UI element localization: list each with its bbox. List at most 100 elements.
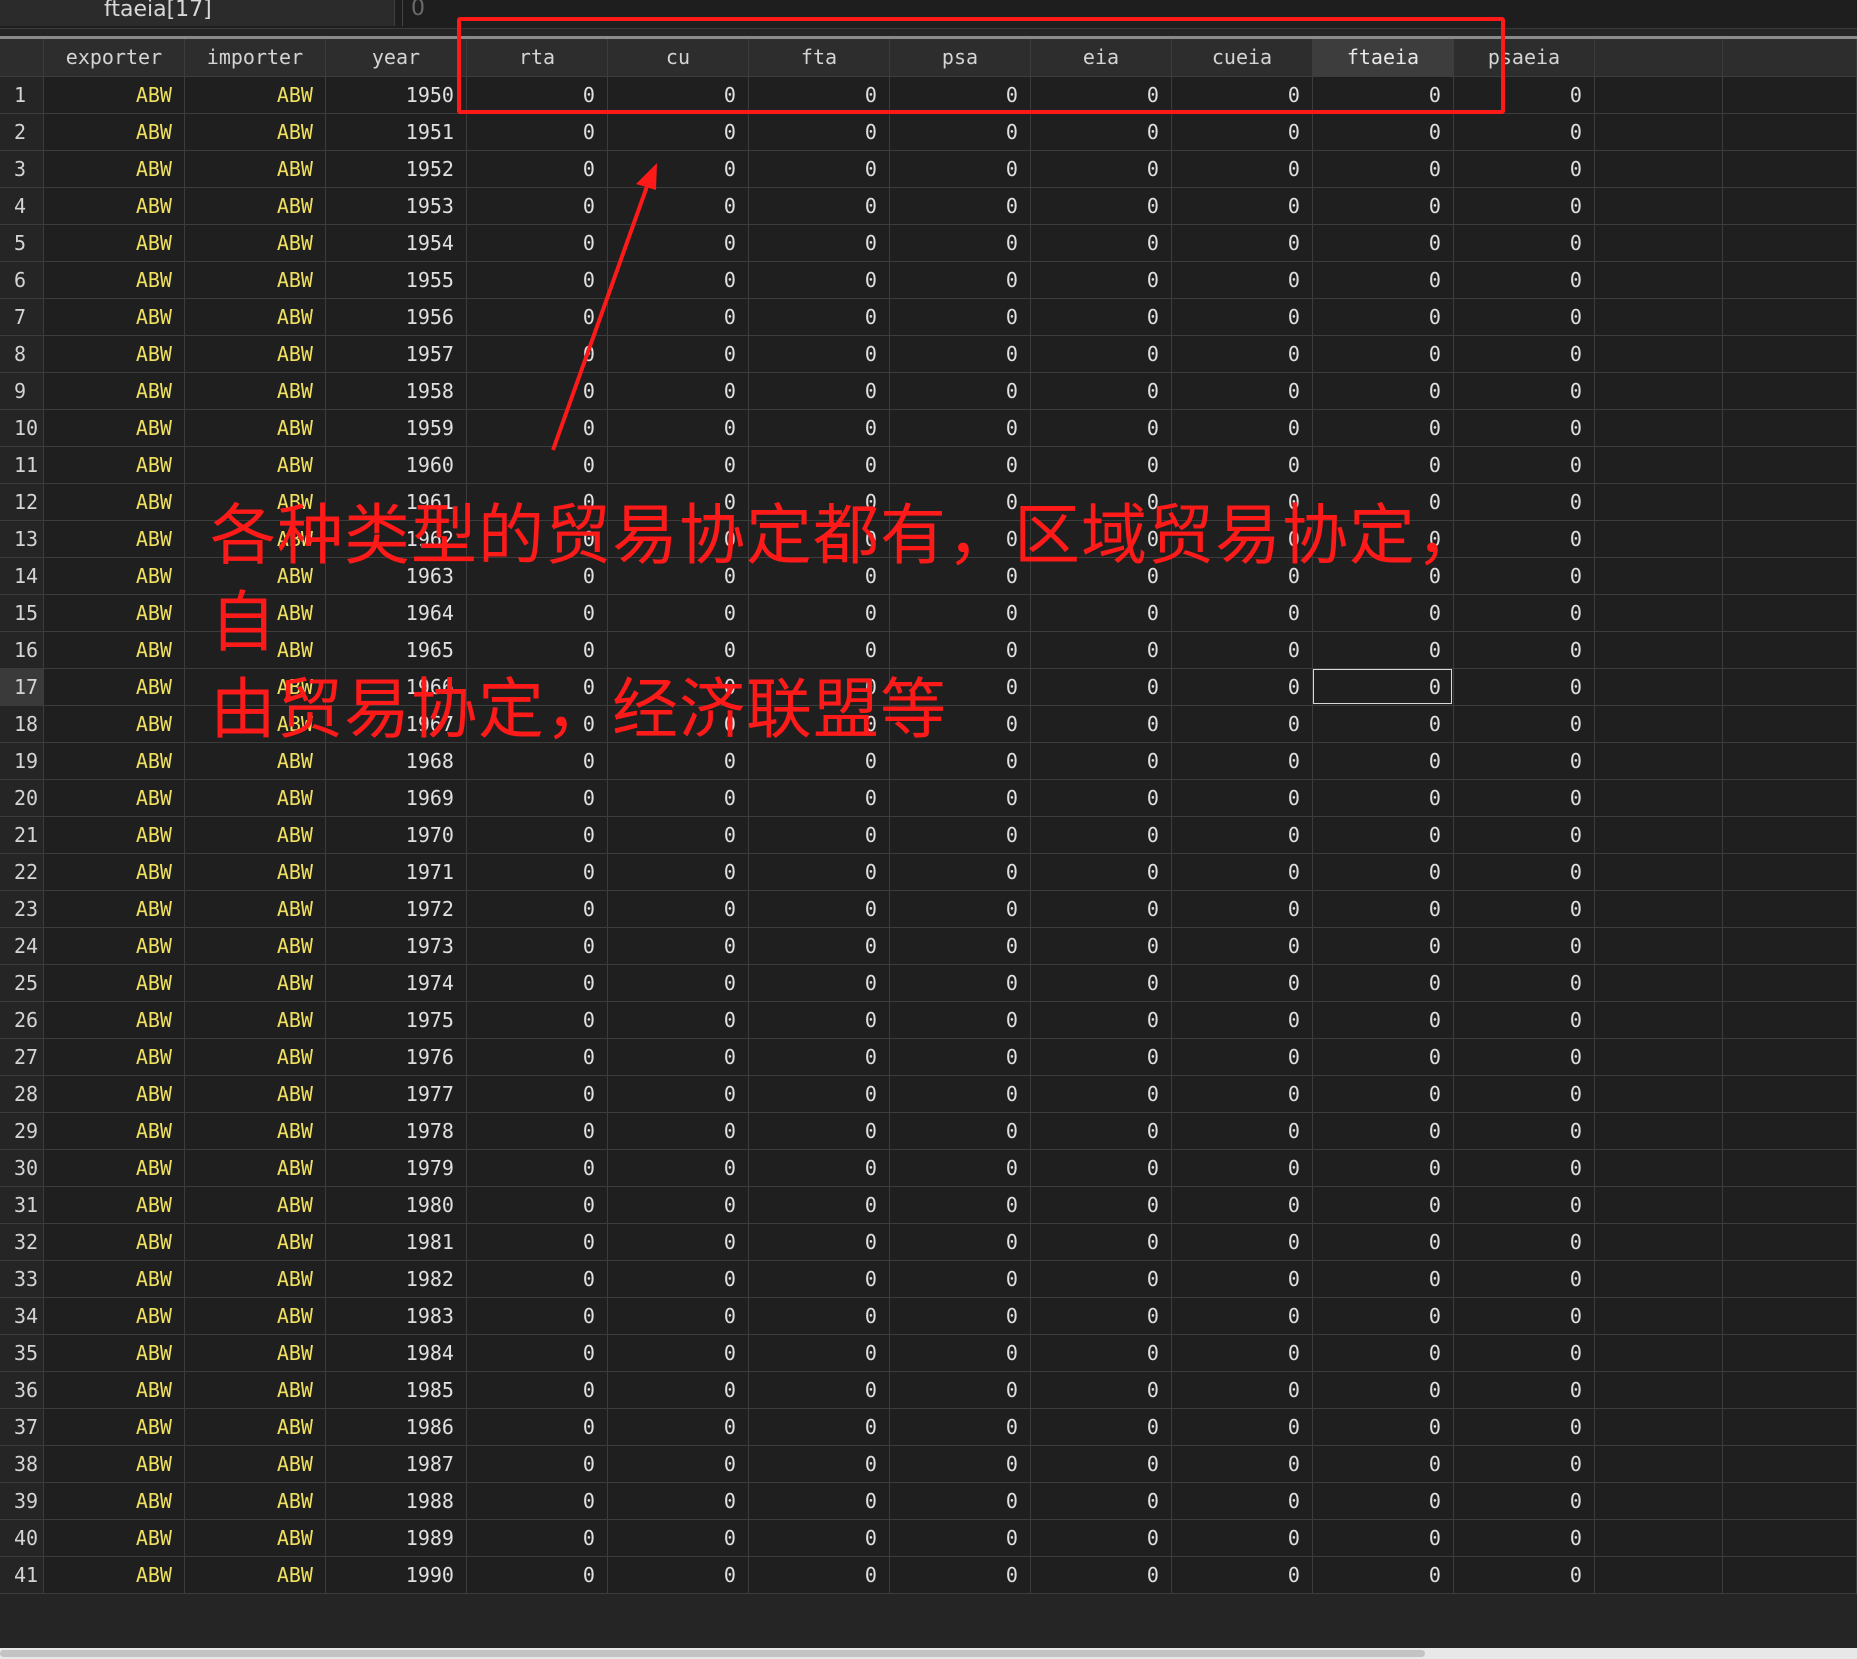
cell-exporter[interactable]: ABW	[43, 1482, 185, 1520]
row-number[interactable]: 14	[0, 557, 44, 595]
cell-cueia[interactable]: 0	[1171, 890, 1313, 928]
cell-rta[interactable]: 0	[466, 1149, 608, 1187]
cell-psa[interactable]: 0	[889, 446, 1031, 484]
cell-exporter[interactable]: ABW	[43, 668, 185, 706]
cell-year[interactable]: 1970	[325, 816, 467, 854]
row-number[interactable]: 37	[0, 1408, 44, 1446]
cell-importer[interactable]: ABW	[184, 1260, 326, 1298]
cell-fta[interactable]: 0	[748, 1556, 890, 1594]
cell-year[interactable]: 1953	[325, 187, 467, 225]
cell-year[interactable]: 1958	[325, 372, 467, 410]
cell-importer[interactable]: ABW	[184, 298, 326, 336]
cell-year[interactable]: 1979	[325, 1149, 467, 1187]
row-number[interactable]: 39	[0, 1482, 44, 1520]
variable-name-box[interactable]: ftaeia[17]	[0, 0, 395, 26]
cell-exporter[interactable]: ABW	[43, 927, 185, 965]
cell-ftaeia[interactable]: 0	[1312, 1260, 1454, 1298]
row-number-header[interactable]	[0, 39, 44, 77]
row-number[interactable]: 5	[0, 224, 44, 262]
cell-year[interactable]: 1951	[325, 113, 467, 151]
cell-exporter[interactable]: ABW	[43, 261, 185, 299]
cell-exporter[interactable]: ABW	[43, 224, 185, 262]
cell-rta[interactable]: 0	[466, 1112, 608, 1150]
cell-eia[interactable]: 0	[1030, 1445, 1172, 1483]
cell-psa[interactable]: 0	[889, 298, 1031, 336]
cell-year[interactable]: 1971	[325, 853, 467, 891]
cell-rta[interactable]: 0	[466, 853, 608, 891]
cell-psa[interactable]: 0	[889, 1482, 1031, 1520]
cell-psaeia[interactable]: 0	[1453, 964, 1595, 1002]
cell-cueia[interactable]: 0	[1171, 1260, 1313, 1298]
cell-eia[interactable]: 0	[1030, 1112, 1172, 1150]
cell-exporter[interactable]: ABW	[43, 705, 185, 743]
cell-psaeia[interactable]: 0	[1453, 853, 1595, 891]
row-number[interactable]: 31	[0, 1186, 44, 1224]
cell-fta[interactable]: 0	[748, 1075, 890, 1113]
cell-fta[interactable]: 0	[748, 1149, 890, 1187]
cell-exporter[interactable]: ABW	[43, 853, 185, 891]
cell-year[interactable]: 1983	[325, 1297, 467, 1335]
cell-year[interactable]: 1977	[325, 1075, 467, 1113]
horizontal-scrollbar[interactable]	[0, 1648, 1857, 1659]
cell-exporter[interactable]: ABW	[43, 1038, 185, 1076]
cell-ftaeia[interactable]: 0	[1312, 261, 1454, 299]
cell-cueia[interactable]: 0	[1171, 1482, 1313, 1520]
cell-cueia[interactable]: 0	[1171, 816, 1313, 854]
cell-ftaeia[interactable]: 0	[1312, 1186, 1454, 1224]
row-number[interactable]: 26	[0, 1001, 44, 1039]
cell-eia[interactable]: 0	[1030, 1297, 1172, 1335]
cell-psa[interactable]: 0	[889, 150, 1031, 188]
cell-importer[interactable]: ABW	[184, 1038, 326, 1076]
cell-eia[interactable]: 0	[1030, 150, 1172, 188]
column-header-importer[interactable]: importer	[184, 39, 326, 77]
cell-cueia[interactable]: 0	[1171, 964, 1313, 1002]
cell-cu[interactable]: 0	[607, 409, 749, 447]
cell-ftaeia[interactable]: 0	[1312, 779, 1454, 817]
cell-year[interactable]: 1986	[325, 1408, 467, 1446]
cell-cu[interactable]: 0	[607, 372, 749, 410]
cell-cueia[interactable]: 0	[1171, 1556, 1313, 1594]
row-number[interactable]: 1	[0, 76, 44, 114]
cell-cu[interactable]: 0	[607, 113, 749, 151]
cell-psa[interactable]: 0	[889, 1519, 1031, 1557]
cell-exporter[interactable]: ABW	[43, 1371, 185, 1409]
cell-psaeia[interactable]: 0	[1453, 150, 1595, 188]
row-number[interactable]: 19	[0, 742, 44, 780]
cell-ftaeia[interactable]: 0	[1312, 890, 1454, 928]
cell-importer[interactable]: ABW	[184, 964, 326, 1002]
cell-cueia[interactable]: 0	[1171, 1112, 1313, 1150]
cell-exporter[interactable]: ABW	[43, 1075, 185, 1113]
cell-exporter[interactable]: ABW	[43, 1556, 185, 1594]
cell-psaeia[interactable]: 0	[1453, 1112, 1595, 1150]
cell-exporter[interactable]: ABW	[43, 779, 185, 817]
cell-psaeia[interactable]: 0	[1453, 187, 1595, 225]
cell-cu[interactable]: 0	[607, 335, 749, 373]
cell-importer[interactable]: ABW	[184, 1519, 326, 1557]
cell-psa[interactable]: 0	[889, 1408, 1031, 1446]
cell-psaeia[interactable]: 0	[1453, 816, 1595, 854]
cell-ftaeia[interactable]: 0	[1312, 1038, 1454, 1076]
cell-exporter[interactable]: ABW	[43, 1260, 185, 1298]
cell-cueia[interactable]: 0	[1171, 1186, 1313, 1224]
cell-exporter[interactable]: ABW	[43, 1112, 185, 1150]
cell-importer[interactable]: ABW	[184, 1186, 326, 1224]
cell-importer[interactable]: ABW	[184, 446, 326, 484]
cell-fta[interactable]: 0	[748, 298, 890, 336]
cell-rta[interactable]: 0	[466, 261, 608, 299]
empty-column-header[interactable]	[1722, 39, 1857, 77]
cell-rta[interactable]: 0	[466, 409, 608, 447]
cell-cueia[interactable]: 0	[1171, 1149, 1313, 1187]
cell-cueia[interactable]: 0	[1171, 927, 1313, 965]
cell-exporter[interactable]: ABW	[43, 1186, 185, 1224]
cell-psa[interactable]: 0	[889, 1186, 1031, 1224]
column-header-year[interactable]: year	[325, 39, 467, 77]
cell-exporter[interactable]: ABW	[43, 1149, 185, 1187]
row-number[interactable]: 22	[0, 853, 44, 891]
cell-fta[interactable]: 0	[748, 1223, 890, 1261]
cell-psaeia[interactable]: 0	[1453, 1445, 1595, 1483]
cell-rta[interactable]: 0	[466, 1519, 608, 1557]
row-number[interactable]: 30	[0, 1149, 44, 1187]
cell-eia[interactable]: 0	[1030, 1038, 1172, 1076]
cell-cu[interactable]: 0	[607, 1556, 749, 1594]
row-number[interactable]: 12	[0, 483, 44, 521]
